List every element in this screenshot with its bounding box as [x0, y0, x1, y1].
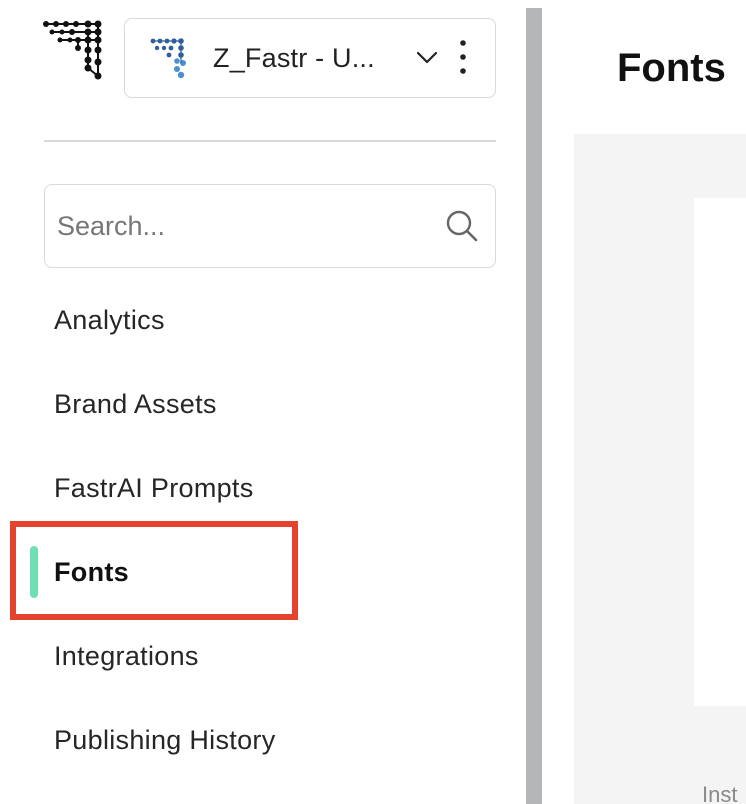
workspace-name: Z_Fastr - U... — [213, 43, 375, 73]
sidebar-item-integrations[interactable]: Integrations — [54, 641, 199, 672]
search-box[interactable] — [44, 184, 496, 268]
sidebar-item-brand-assets[interactable]: Brand Assets — [54, 389, 217, 420]
sidebar-divider — [44, 140, 496, 142]
content-footer-text: Inst — [702, 782, 738, 804]
chevron-down-icon[interactable] — [415, 45, 439, 69]
workspace-logo-icon — [150, 38, 186, 79]
sidebar-item-publishing-history[interactable]: Publishing History — [54, 725, 276, 756]
sidebar-item-fastrai-prompts[interactable]: FastrAI Prompts — [54, 473, 254, 504]
page-title: Fonts — [617, 46, 726, 90]
workspace-switcher[interactable]: Z_Fastr - U... — [124, 18, 496, 98]
search-input[interactable] — [57, 203, 427, 249]
highlight-annotation — [10, 521, 298, 620]
search-icon[interactable] — [445, 209, 479, 243]
sidebar-scrollbar[interactable] — [526, 8, 542, 804]
fastr-logo-icon[interactable] — [42, 18, 106, 84]
sidebar: Z_Fastr - U... Analytics Brand Assets Fa… — [0, 0, 526, 804]
more-vertical-icon[interactable] — [455, 37, 471, 77]
content-card — [694, 198, 746, 706]
sidebar-item-analytics[interactable]: Analytics — [54, 305, 165, 336]
